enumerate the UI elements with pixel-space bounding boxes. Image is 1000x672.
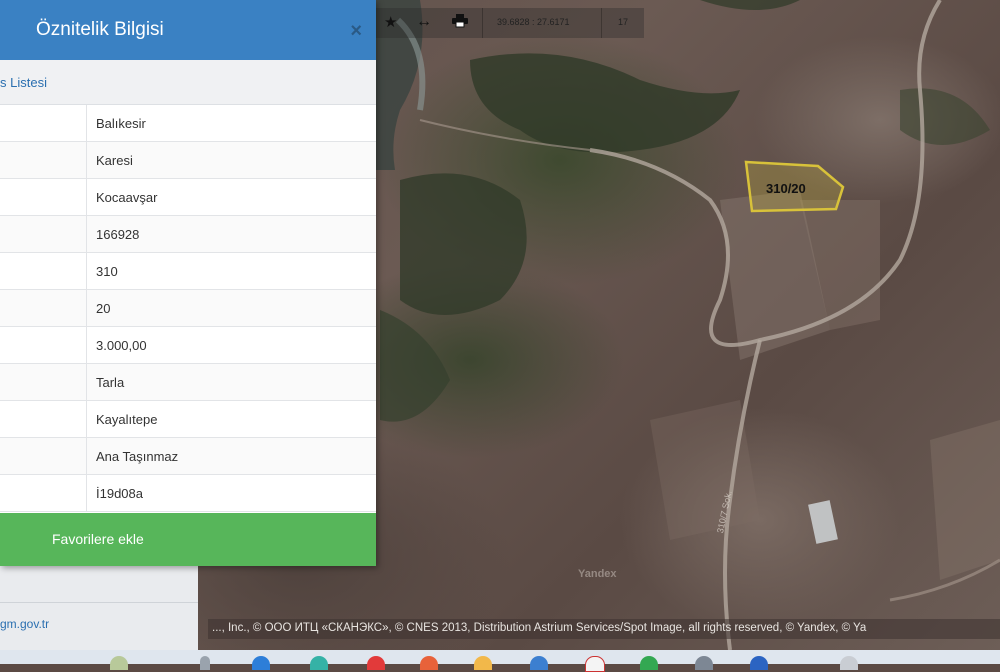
list-tab[interactable]: s Listesi <box>0 60 376 105</box>
attribute-row-district: Karesi <box>0 142 376 179</box>
attribute-key-cell <box>0 475 87 511</box>
attribute-key-cell <box>0 290 87 326</box>
attribute-row-locality: Kayalıtepe <box>0 401 376 438</box>
attribute-value: Tarla <box>96 375 125 390</box>
attribute-key-cell <box>0 364 87 400</box>
attribute-value: Balıkesir <box>96 116 146 131</box>
explorer-icon[interactable] <box>420 656 438 670</box>
attribute-value: 166928 <box>96 227 140 242</box>
attribute-key-cell <box>0 105 87 141</box>
settings-icon[interactable] <box>640 656 658 670</box>
attribute-key-cell <box>0 142 87 178</box>
attribute-value: Karesi <box>96 153 133 168</box>
attribute-value: 310 <box>96 264 118 279</box>
attribute-row-area: 3.000,00 <box>0 327 376 364</box>
attribute-value: Kayalıtepe <box>96 412 158 427</box>
divider <box>0 602 198 603</box>
zoom-level-text: 17 <box>618 17 629 27</box>
photos-icon[interactable] <box>530 656 548 670</box>
attribute-key-cell <box>0 253 87 289</box>
attribute-row-type: Ana Taşınmaz <box>0 438 376 475</box>
app-icon[interactable] <box>750 656 768 670</box>
attribute-value: 20 <box>96 301 111 316</box>
close-icon[interactable]: × <box>350 20 362 43</box>
attribute-row-block: 310 <box>0 253 376 290</box>
add-favorite-button[interactable]: Favorilere ekle <box>0 513 376 566</box>
attribute-row-quality: Tarla <box>0 364 376 401</box>
search-icon[interactable] <box>200 656 210 670</box>
panel-header: Öznitelik Bilgisi × <box>0 0 376 60</box>
attribute-value: 3.000,00 <box>96 338 147 353</box>
opera-icon[interactable] <box>367 656 385 670</box>
attribution-text: ..., Inc., © ООО ИТЦ «СКАНЭКС», © CNES 2… <box>212 622 867 634</box>
favorite-star-icon[interactable]: ★ <box>384 13 397 43</box>
coordinate-readout: 39.6828 : 27.6171 <box>482 8 602 38</box>
attribute-row-sheet: İ19d08a <box>0 475 376 512</box>
site-link[interactable]: gm.gov.tr <box>0 617 49 631</box>
measure-icon[interactable]: ↔ <box>416 13 432 43</box>
notification-icon[interactable] <box>840 656 858 670</box>
weather-icon[interactable] <box>110 656 128 670</box>
attribute-row-parcel: 20 <box>0 290 376 327</box>
map-toolbar: ★ ↔ 39.6828 : 27.6171 17 <box>376 8 644 38</box>
attribute-row-neighborhood: Kocaavşar <box>0 179 376 216</box>
attribute-row-id: 166928 <box>0 216 376 253</box>
edge-icon[interactable] <box>252 656 270 670</box>
chrome-icon[interactable] <box>310 656 328 670</box>
attribute-key-cell <box>0 179 87 215</box>
attribute-panel: Öznitelik Bilgisi × s Listesi Balıkesir … <box>0 0 376 566</box>
map-attribution: ..., Inc., © ООО ИТЦ «СКАНЭКС», © CNES 2… <box>208 619 1000 639</box>
word-icon[interactable] <box>695 656 713 670</box>
attribute-row-province: Balıkesir <box>0 105 376 142</box>
list-tab-label: s Listesi <box>0 75 47 90</box>
attribute-key-cell <box>0 401 87 437</box>
attribute-table: Balıkesir Karesi Kocaavşar 166928 310 20… <box>0 105 376 512</box>
attribute-key-cell <box>0 438 87 474</box>
taskbar <box>0 650 1000 672</box>
watermark: Yandex <box>578 568 617 580</box>
attribute-value: Ana Taşınmaz <box>96 449 179 464</box>
coordinates-text: 39.6828 : 27.6171 <box>497 17 570 27</box>
store-icon[interactable] <box>474 656 492 670</box>
add-favorite-label: Favorilere ekle <box>52 531 144 547</box>
print-icon[interactable] <box>452 14 468 44</box>
panel-title: Öznitelik Bilgisi <box>36 19 164 40</box>
attribute-key-cell <box>0 327 87 363</box>
whatsapp-icon[interactable] <box>585 656 605 672</box>
parcel-label: 310/20 <box>766 181 806 196</box>
attribute-key-cell <box>0 216 87 252</box>
attribute-value: Kocaavşar <box>96 190 158 205</box>
attribute-value: İ19d08a <box>96 486 143 501</box>
